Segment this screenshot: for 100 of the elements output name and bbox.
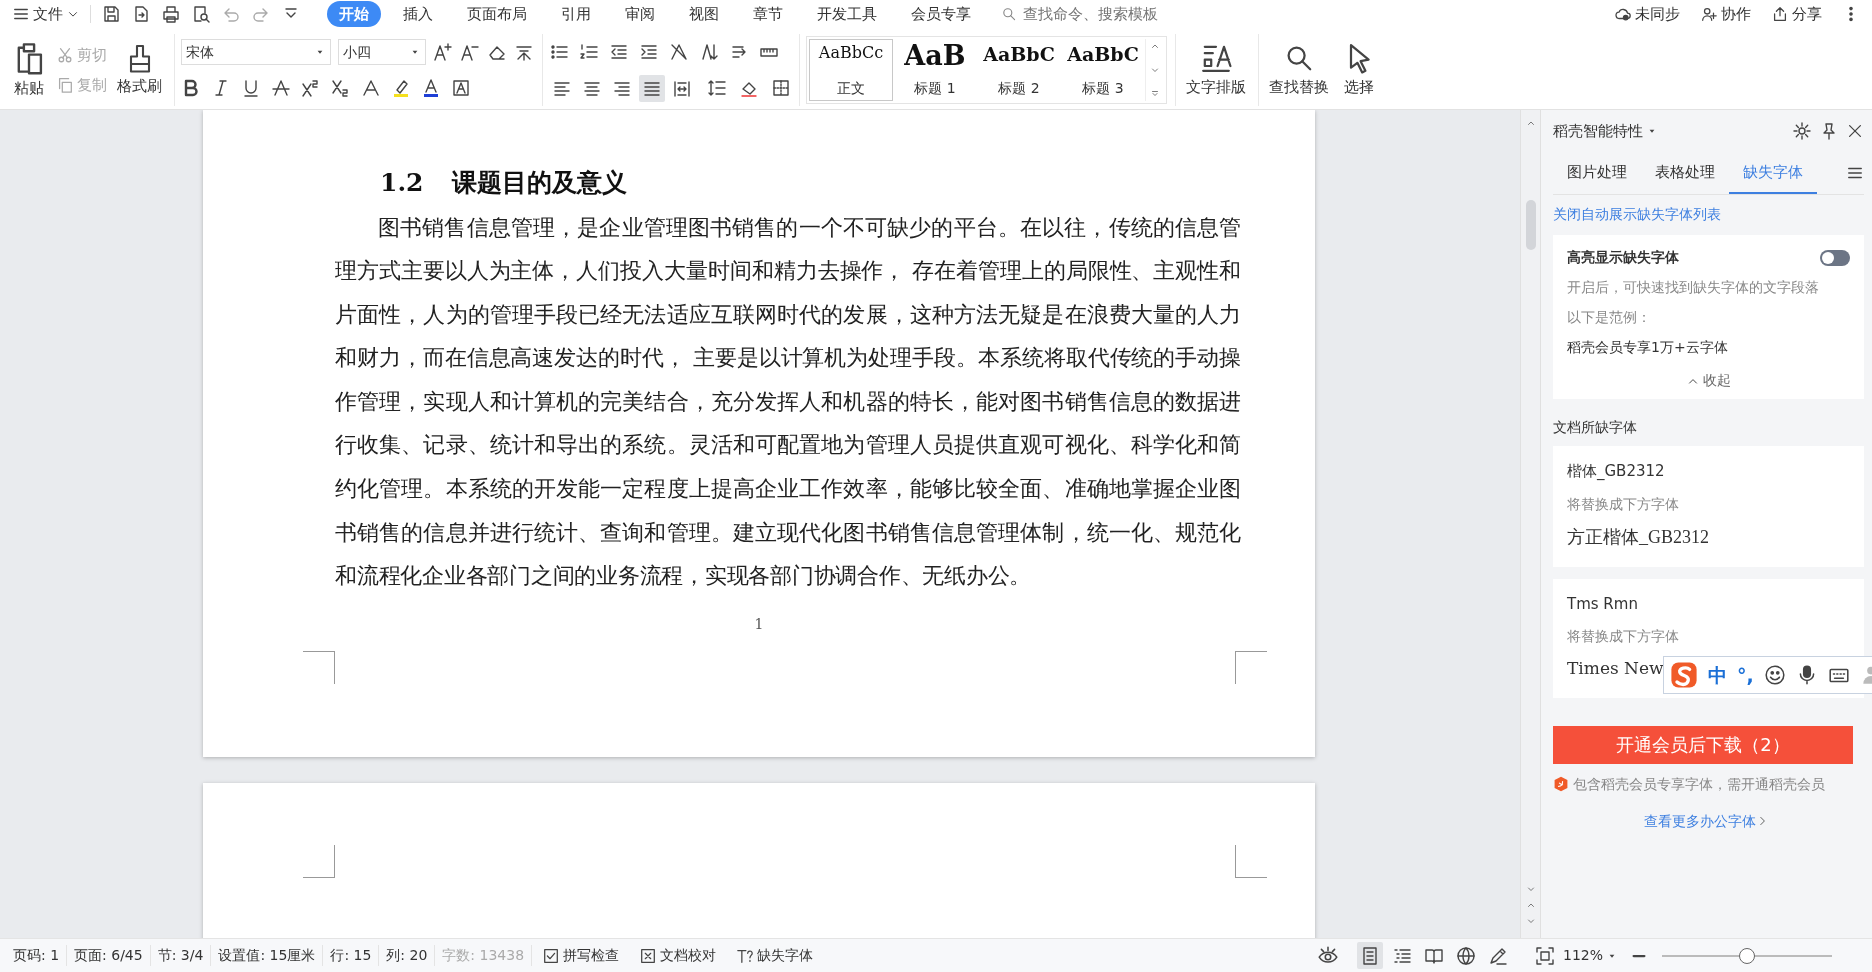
panel-tab[interactable]: 图片处理 [1553, 152, 1641, 194]
increase-indent-icon[interactable] [639, 42, 659, 62]
decrease-font-size-icon[interactable] [460, 42, 480, 62]
person-plus-icon [1700, 5, 1718, 23]
font-size-dropdown[interactable]: 小四 [338, 39, 426, 65]
font-color-icon[interactable] [421, 78, 441, 98]
bullet-list-icon[interactable] [549, 42, 569, 62]
status-item: 节: 3/4 [150, 945, 212, 966]
numbered-list-icon[interactable] [579, 42, 599, 62]
decrease-indent-icon[interactable] [609, 42, 629, 62]
replacement-note: 将替换成下方字体 [1567, 494, 1680, 514]
shield-icon [1553, 776, 1569, 792]
settings-icon[interactable] [1792, 121, 1812, 142]
share-button[interactable]: 分享 [1771, 2, 1822, 26]
highlight-toggle[interactable] [1820, 249, 1850, 266]
menu-tab[interactable]: 页面布局 [455, 0, 539, 28]
character-border-icon[interactable] [451, 78, 471, 98]
collaborate-button[interactable]: 协作 [1700, 2, 1751, 26]
crop-mark [303, 651, 335, 684]
superscript-icon[interactable] [301, 78, 321, 98]
more-fonts-link[interactable]: 查看更多办公字体 [1643, 810, 1768, 832]
page-number: 1 [754, 614, 764, 634]
proofread-button[interactable]: 文档校对 [639, 945, 717, 966]
distributed-icon [672, 78, 692, 99]
panel-tab[interactable]: 表格处理 [1641, 152, 1729, 194]
status-item: 行: 15 [323, 945, 380, 966]
status-item: 页码: 1 [6, 945, 68, 966]
style-option[interactable]: AaBbC 标题 2 [977, 39, 1061, 101]
text-layout-button[interactable]: 文字排版 [1182, 41, 1250, 99]
crop-mark [303, 845, 335, 878]
copy-icon [56, 75, 74, 94]
menu-tab[interactable]: 开发工具 [805, 0, 889, 28]
search-icon [1001, 6, 1017, 22]
menu-tab[interactable]: 视图 [677, 0, 731, 28]
paste-button[interactable]: 粘贴 [8, 40, 50, 100]
panel-tab[interactable]: 缺失字体 [1729, 152, 1817, 194]
emoji-icon[interactable] [1763, 664, 1786, 686]
status-item: 列: 20 [379, 945, 436, 966]
highlighter-icon[interactable] [391, 78, 411, 98]
replacement-note: 将替换成下方字体 [1567, 627, 1680, 646]
replacement-font-name: Times New [1567, 657, 1664, 680]
body-paragraph: 图书销售信息管理，是企业管理图书销售的一个不可缺少的平台。在以往，传统的信息管理方式主要以人为主体，人们投入大量时间和精力去操作， 存在着管理上的局限性、主观性和片面性，人为的管理手段已经无法适应互联网时代的发展，这种方法无疑是在浪费大量的人力和财力，而在信息高速发达的时代， 主要是以计算机为处理手段。本系统将取代传统的手动操作管理，实现人和计算机的完美结合，充分发挥人和机器的特长，能对图书销售信息的数据进行收集、记录、统计和导出的系统。灵活和可配置地为管理人员提供直观可视化、科学化和简约化管理。本系统的开发能一定程度上提高企业工作效率，能够比较全面、准确地掌握企业图书销售的信息并进行统计、查询和管理。建立现代化图书销售信息管理体制，统一化、规范化和流程化企业各部门之间的业务流程，实现各部门协调合作、无纸办公。 [335, 213, 1241, 591]
underline-icon[interactable] [241, 78, 261, 98]
proofread-icon [639, 946, 658, 965]
scrollbar-thumb[interactable] [1525, 200, 1536, 250]
menu-tab[interactable]: 章节 [741, 0, 795, 28]
alignment-button[interactable] [639, 74, 665, 102]
collapse-button[interactable]: 收起 [1686, 370, 1731, 391]
globe-icon [1455, 946, 1476, 966]
missing-fonts-button[interactable]: 缺失字体 [736, 945, 814, 966]
font-family-dropdown[interactable]: 宋体 [181, 39, 331, 65]
crop-mark [1235, 651, 1267, 684]
scissors-icon [56, 46, 74, 65]
sync-status-button[interactable]: 未同步 [1614, 2, 1680, 26]
panel-title-dropdown[interactable]: 稻壳智能特性 [1553, 120, 1658, 143]
select-button[interactable]: 选择 [1339, 41, 1379, 99]
line-spacing-icon[interactable] [707, 78, 727, 98]
style-option[interactable]: AaBbC 标题 3 [1061, 39, 1145, 101]
missing-font-name: Tms Rmn [1567, 593, 1639, 615]
crop-mark [1235, 845, 1267, 878]
outline-view-icon [1391, 946, 1412, 966]
menu-tab[interactable]: 引用 [549, 0, 603, 28]
pen-icon [1487, 946, 1508, 966]
find-replace-button[interactable]: 查找替换 [1265, 41, 1333, 99]
auto-show-link[interactable]: 关闭自动展示缺失字体列表 [1553, 204, 1864, 225]
book-icon [1423, 946, 1444, 966]
strikethrough-icon[interactable] [271, 78, 291, 98]
checkbox-icon [542, 946, 561, 965]
input-mode-text[interactable]: 中 [1708, 660, 1727, 690]
file-menu-button[interactable]: 文件 [12, 2, 80, 26]
menu-tab[interactable]: 会员专享 [899, 0, 983, 28]
replacement-font-name: 方正楷体_GB2312 [1567, 525, 1710, 549]
print-preview-icon[interactable] [191, 4, 211, 24]
menu-tab[interactable]: 审阅 [613, 0, 667, 28]
save-icon[interactable] [101, 4, 121, 24]
punctuation-mode-text[interactable]: °, [1737, 660, 1754, 690]
borders-icon[interactable] [771, 78, 791, 98]
text-effect-icon[interactable] [361, 78, 381, 98]
section-title: 文档所缺字体 [1553, 418, 1638, 437]
expand-gallery-icon[interactable] [1150, 89, 1160, 99]
view-mode-button[interactable] [1356, 942, 1383, 969]
slider-thumb[interactable] [1739, 947, 1755, 964]
spell-check-button[interactable]: 拼写检查 [542, 945, 620, 966]
example-label: 以下是范例： [1567, 308, 1652, 327]
member-notice: 包含稻壳会员专享字体，需开通稻壳会员 [1572, 774, 1825, 794]
style-option[interactable]: AaB 标题 1 [893, 39, 977, 101]
sort-icon[interactable] [699, 42, 719, 62]
example-text: 稻壳会员专享1万+云字体 [1567, 338, 1729, 357]
search-field[interactable]: 查找命令、搜索模板 [1001, 1, 1201, 27]
zoom-dropdown[interactable]: 112% [1562, 945, 1618, 966]
fullscreen-icon[interactable] [1534, 945, 1555, 966]
style-option[interactable]: AaBbCc 正文 [809, 39, 893, 101]
increase-font-size-icon[interactable] [433, 42, 453, 62]
format-painter-button[interactable]: 格式刷 [113, 42, 166, 98]
status-item: 页面: 6/45 [67, 945, 151, 966]
heading-number: 1.2 [380, 167, 424, 199]
subscript-icon[interactable] [331, 78, 351, 98]
menu-tab[interactable]: 插入 [391, 0, 445, 28]
print-icon[interactable] [161, 4, 181, 24]
toggle-label: 高亮显示缺失字体 [1567, 248, 1679, 267]
